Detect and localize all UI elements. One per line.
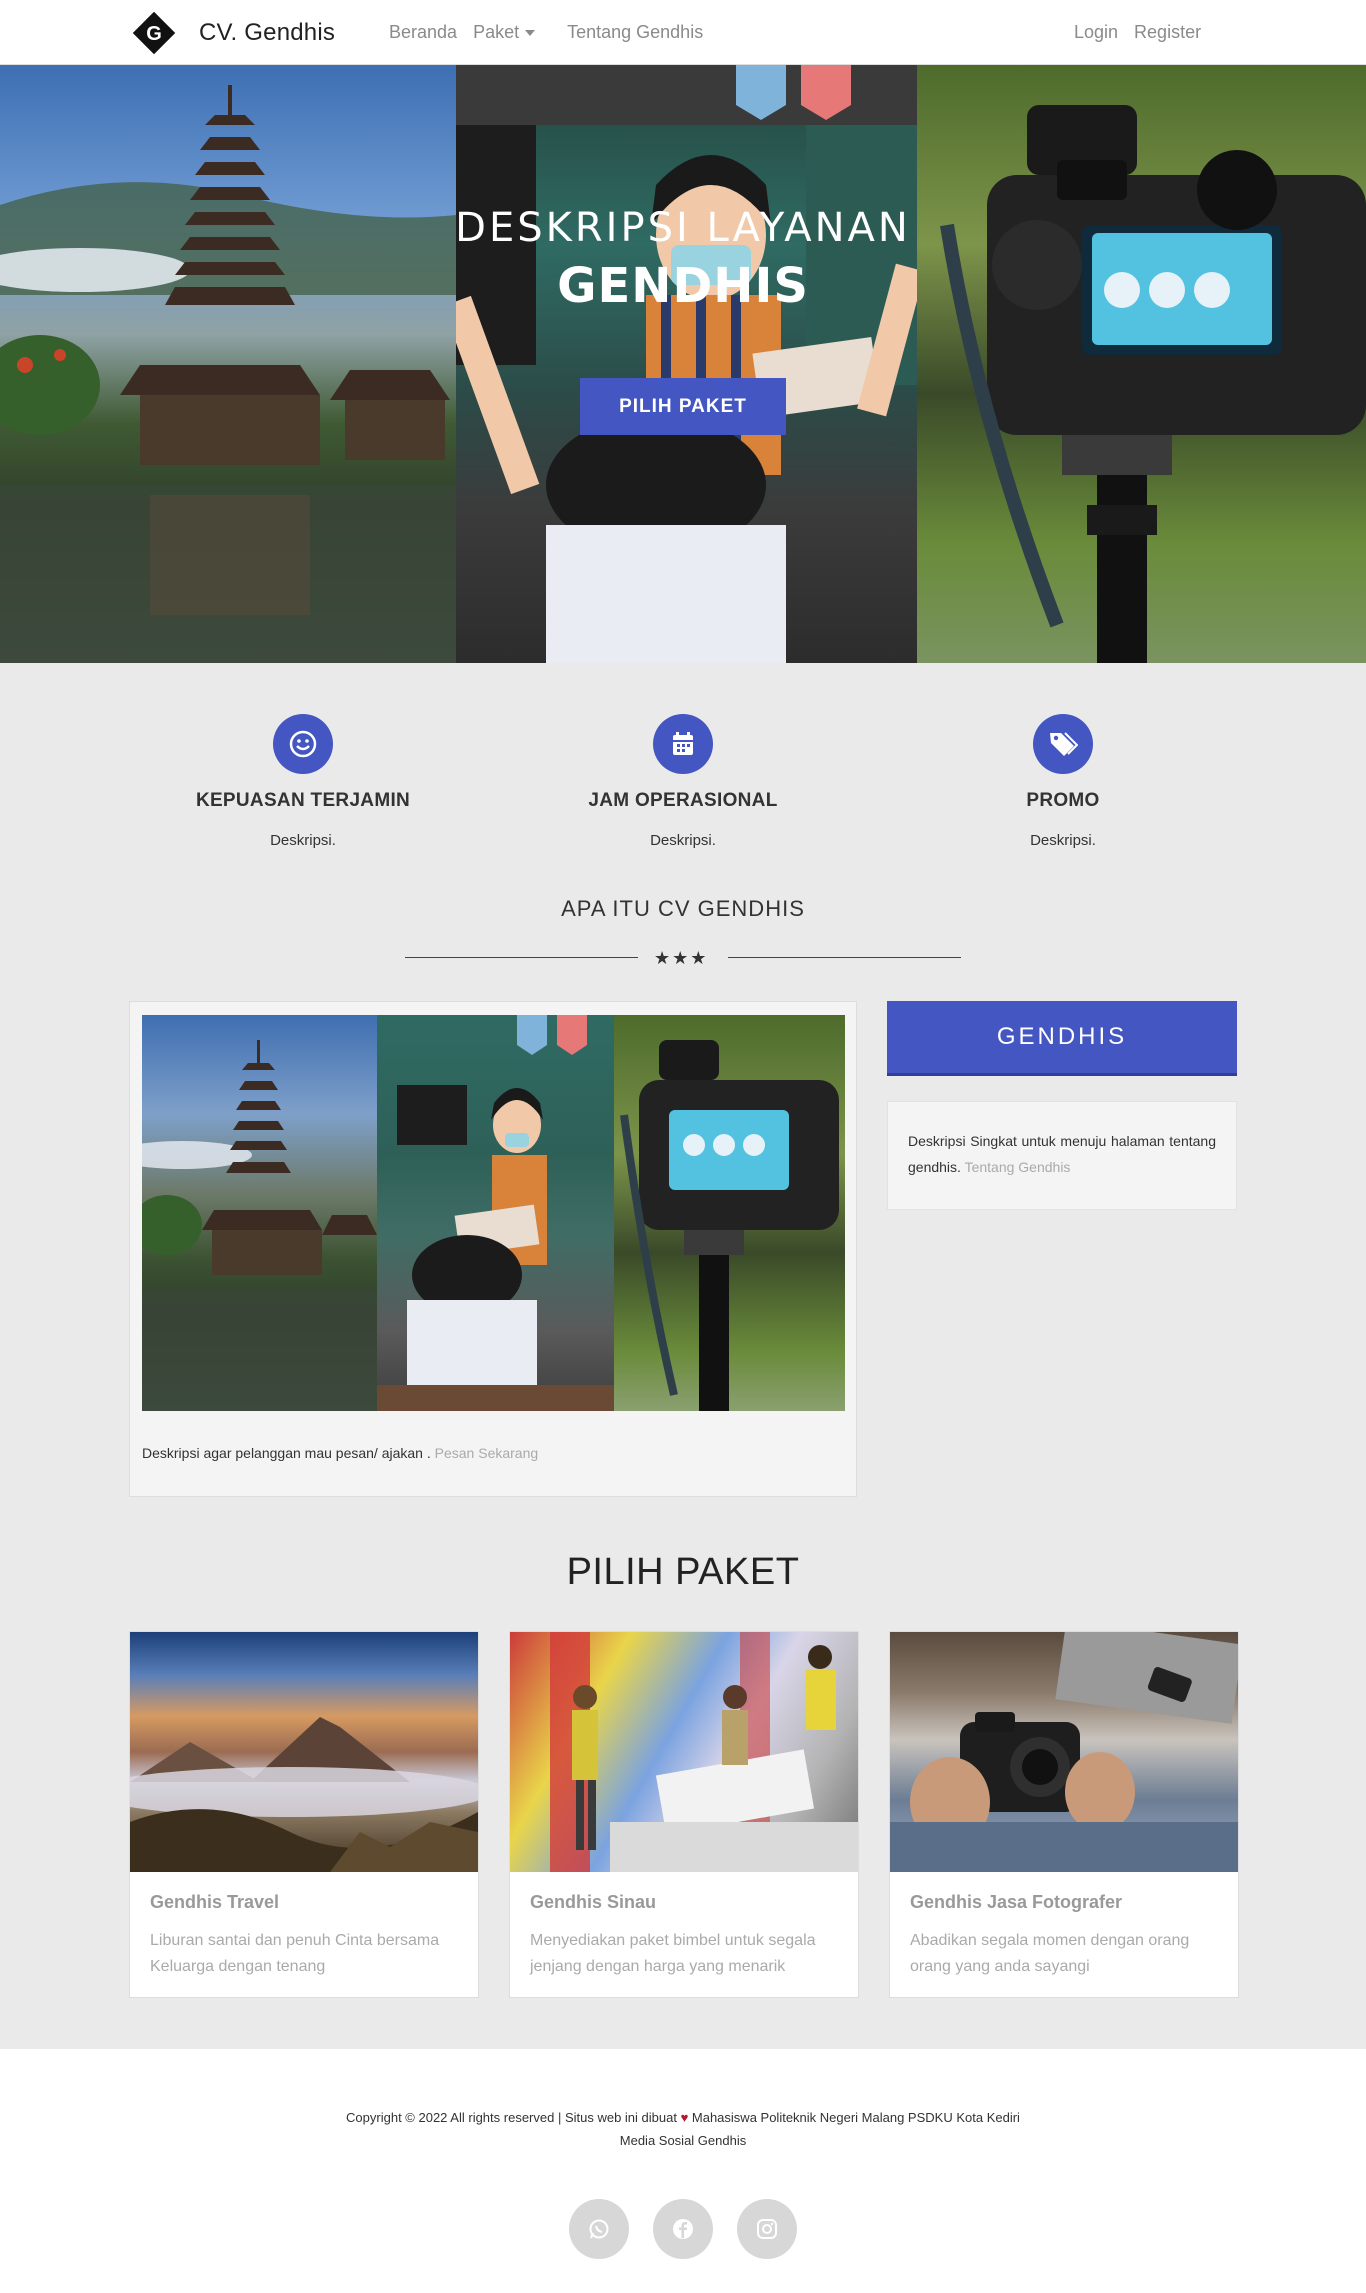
- about-image-classroom: [377, 1015, 614, 1411]
- instagram-icon[interactable]: [737, 2199, 797, 2259]
- smile-icon: [273, 714, 333, 774]
- package-image-travel: [130, 1632, 478, 1872]
- package-desc: Menyediakan paket bimbel untuk segala je…: [530, 1932, 816, 1975]
- package-card-fotografer[interactable]: Gendhis Jasa Fotografer Abadikan segala …: [889, 1631, 1239, 1998]
- copyright: Copyright © 2022 All rights reserved | S…: [0, 2110, 1366, 2125]
- about-image-camera: [614, 1015, 845, 1411]
- navbar: G CV. Gendhis Beranda Paket Tentang Gend…: [0, 0, 1366, 65]
- feature-jam-operasional: JAM OPERASIONAL Deskripsi.: [493, 714, 873, 849]
- package-title: Gendhis Jasa Fotografer: [910, 1892, 1123, 1912]
- chevron-down-icon: [525, 30, 536, 37]
- nav-link-beranda[interactable]: Beranda: [389, 22, 457, 43]
- package-title: Gendhis Sinau: [530, 1892, 657, 1912]
- star-icons: ★★★: [654, 948, 709, 968]
- sidebar-title: GENDHIS: [887, 1001, 1237, 1076]
- about-section-title: APA ITU CV GENDHIS: [561, 896, 805, 921]
- hero-image-camera: [917, 65, 1366, 663]
- sidebar-card: Deskripsi Singkat untuk menuju halaman t…: [887, 1101, 1237, 1210]
- about-text: Deskripsi agar pelanggan mau pesan/ ajak…: [142, 1445, 431, 1461]
- brand-logo-icon: G: [129, 8, 179, 58]
- calendar-icon: [653, 714, 713, 774]
- packages-title: PILIH PAKET: [566, 1551, 800, 1593]
- about-card: Deskripsi agar pelanggan mau pesan/ ajak…: [129, 1001, 857, 1497]
- package-image-fotografer: [890, 1632, 1238, 1872]
- tag-icon: [1033, 714, 1093, 774]
- brand[interactable]: G CV. Gendhis: [129, 8, 335, 58]
- nav-link-tentang[interactable]: Tentang Gendhis: [567, 22, 703, 43]
- about-image-temple: [142, 1015, 377, 1411]
- footer: Copyright © 2022 All rights reserved | S…: [0, 2049, 1366, 2293]
- package-desc: Abadikan segala momen dengan orang orang…: [910, 1932, 1190, 1975]
- about-collage-image: [142, 1015, 845, 1411]
- section-divider: ★★★: [405, 948, 961, 968]
- hero-image-classroom: [456, 65, 917, 663]
- feature-title: PROMO: [1026, 790, 1100, 811]
- auth-menu: Login Register: [1074, 22, 1217, 43]
- nav-link-paket-label: Paket: [473, 22, 520, 42]
- feature-desc: Deskripsi.: [650, 832, 716, 849]
- copyright-text-after: Mahasiswa Politeknik Negeri Malang PSDKU…: [688, 2110, 1020, 2125]
- feature-desc: Deskripsi.: [270, 832, 336, 849]
- feature-title: JAM OPERASIONAL: [588, 790, 778, 811]
- feature-kepuasan: KEPUASAN TERJAMIN Deskripsi.: [113, 714, 493, 849]
- package-title: Gendhis Travel: [150, 1892, 280, 1912]
- hero-image-temple: [0, 65, 456, 663]
- nav-link-paket[interactable]: Paket: [473, 22, 551, 43]
- copyright-text-before: Copyright © 2022 All rights reserved | S…: [346, 2110, 681, 2125]
- package-desc: Liburan santai dan penuh Cinta bersama K…: [150, 1932, 440, 1975]
- feature-promo: PROMO Deskripsi.: [873, 714, 1253, 849]
- tentang-gendhis-link[interactable]: Tentang Gendhis: [965, 1159, 1071, 1175]
- feature-title: KEPUASAN TERJAMIN: [195, 790, 411, 811]
- nav-menu: Beranda Paket Tentang Gendhis: [389, 22, 719, 43]
- social-label: Media Sosial Gendhis: [619, 2133, 747, 2148]
- brand-name: CV. Gendhis: [199, 19, 336, 46]
- about-description: Deskripsi agar pelanggan mau pesan/ ajak…: [142, 1445, 538, 1461]
- feature-desc: Deskripsi.: [1030, 832, 1096, 849]
- hero-pilih-paket-button[interactable]: PILIH PAKET: [580, 378, 786, 435]
- svg-text:G: G: [146, 23, 162, 45]
- login-link[interactable]: Login: [1074, 22, 1118, 43]
- register-link[interactable]: Register: [1134, 22, 1201, 43]
- pesan-sekarang-link[interactable]: Pesan Sekarang: [435, 1445, 539, 1461]
- package-image-sinau: [510, 1632, 858, 1872]
- hero-title: DESKRIPSI LAYANAN: [455, 205, 911, 251]
- hero-banner: DESKRIPSI LAYANAN GENDHIS PILIH PAKET: [0, 65, 1366, 663]
- package-card-sinau[interactable]: Gendhis Sinau Menyediakan paket bimbel u…: [509, 1631, 859, 1998]
- facebook-icon[interactable]: [653, 2199, 713, 2259]
- hero-subtitle: GENDHIS: [557, 258, 809, 314]
- divider-line-left: [405, 957, 638, 958]
- whatsapp-icon[interactable]: [569, 2199, 629, 2259]
- package-card-travel[interactable]: Gendhis Travel Liburan santai dan penuh …: [129, 1631, 479, 1998]
- divider-line-right: [728, 957, 961, 958]
